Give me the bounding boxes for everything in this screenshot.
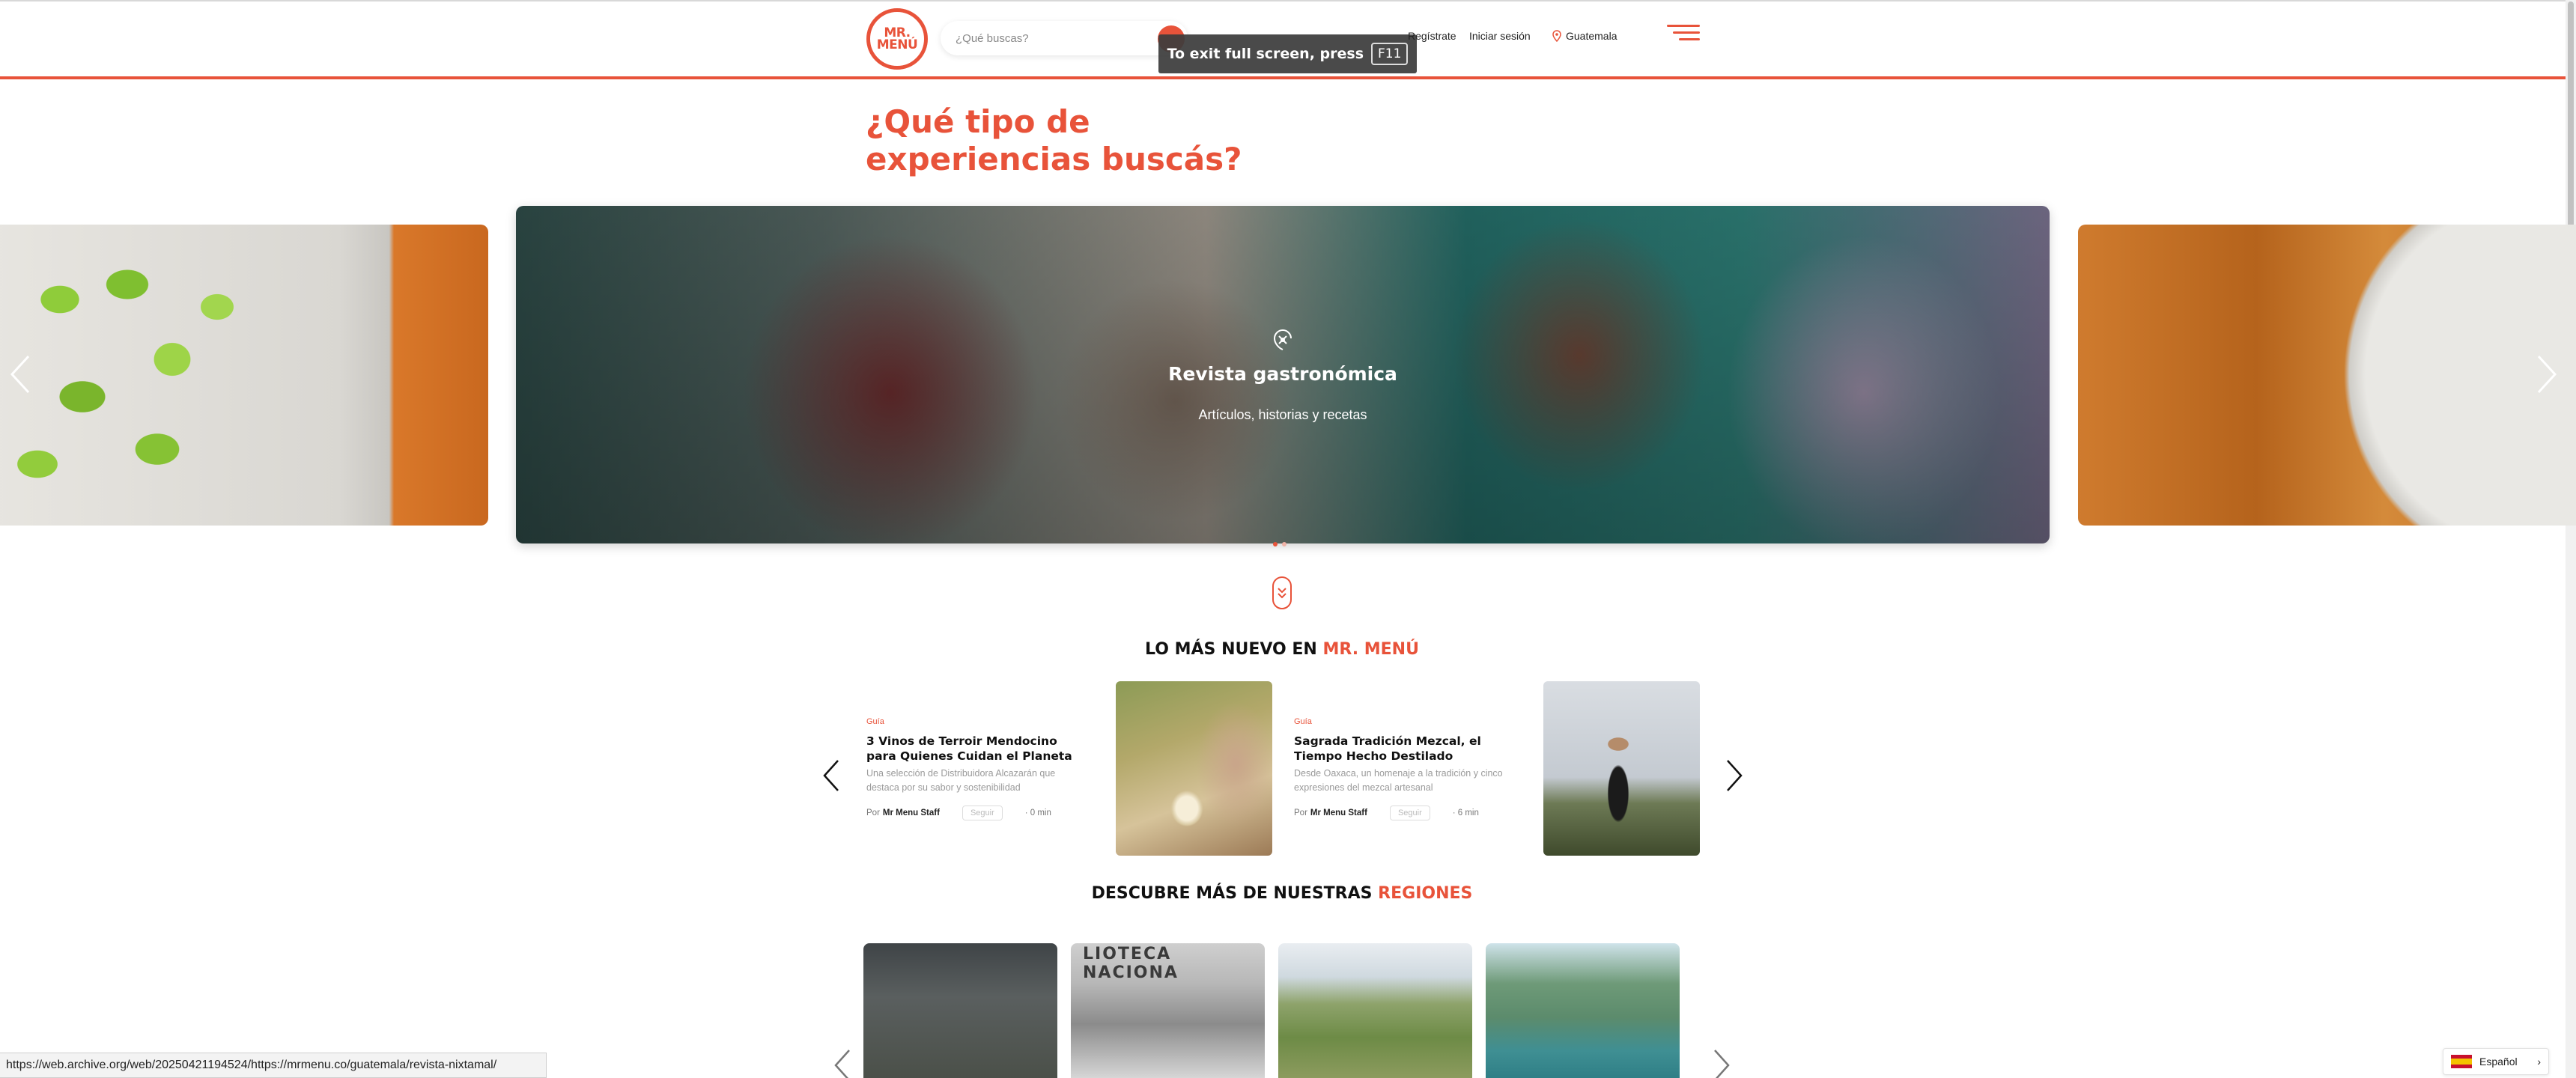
article-meta: Por Mr Menu Staff Seguir · 0 min bbox=[866, 806, 1084, 820]
article-read-time: · 6 min bbox=[1452, 808, 1479, 817]
location-selector[interactable]: Guatemala bbox=[1552, 30, 1617, 42]
search-input[interactable] bbox=[956, 31, 1135, 45]
carousel-next-arrow-icon[interactable] bbox=[2536, 353, 2558, 395]
region-card[interactable]: LIOTECA NACIONA bbox=[1071, 943, 1265, 1078]
page-title-line-1: ¿Qué tipo de bbox=[866, 103, 1090, 140]
article-card[interactable]: Guía 3 Vinos de Terroir Mendocino para Q… bbox=[866, 717, 1084, 820]
regions-title-prefix: DESCUBRE MÁS DE NUESTRAS bbox=[1091, 884, 1373, 903]
scroll-down-button[interactable] bbox=[1272, 576, 1292, 609]
fullscreen-notice: To exit full screen, press F11 bbox=[1158, 34, 1417, 73]
language-label: Español bbox=[2479, 1056, 2518, 1068]
region-card[interactable] bbox=[1278, 943, 1472, 1078]
logo-line-2: MENÚ bbox=[876, 37, 918, 52]
article-title[interactable]: 3 Vinos de Terroir Mendocino para Quiene… bbox=[866, 734, 1084, 764]
carousel-prev-arrow-icon[interactable] bbox=[9, 353, 31, 395]
fullscreen-key: F11 bbox=[1371, 43, 1409, 65]
articles-next-arrow-icon[interactable] bbox=[1725, 758, 1744, 793]
article-card[interactable]: Guía Sagrada Tradición Mezcal, el Tiempo… bbox=[1294, 717, 1511, 820]
latest-title-prefix: LO MÁS NUEVO EN bbox=[1145, 640, 1317, 659]
article-meta: Por Mr Menu Staff Seguir · 6 min bbox=[1294, 806, 1511, 820]
article-author[interactable]: Mr Menu Staff bbox=[883, 808, 940, 817]
carousel-dots bbox=[1273, 542, 1287, 546]
article-read-time: · 0 min bbox=[1024, 808, 1051, 817]
header-divider bbox=[0, 76, 2566, 79]
status-bar-url: https://web.archive.org/web/202504211945… bbox=[0, 1053, 547, 1078]
page-title-line-2: experiencias buscás? bbox=[866, 141, 1242, 177]
article-author[interactable]: Mr Menu Staff bbox=[1310, 808, 1367, 817]
article-by-label: Por bbox=[866, 808, 880, 817]
regions-title-highlight: REGIONES bbox=[1378, 884, 1473, 903]
top-border bbox=[0, 0, 2566, 1]
carousel-slide-next[interactable] bbox=[2078, 225, 2576, 526]
magazine-icon bbox=[1273, 329, 1292, 350]
location-pin-icon bbox=[1552, 30, 1561, 42]
building-sign: LIOTECA NACIONA bbox=[1083, 945, 1179, 982]
mr-menu-logo[interactable]: MR. MENÚ bbox=[866, 8, 928, 70]
regions-section-title: DESCUBRE MÁS DE NUESTRAS REGIONES bbox=[749, 884, 1815, 903]
search-box[interactable] bbox=[941, 21, 1188, 55]
carousel-dot[interactable] bbox=[1282, 542, 1287, 546]
article-excerpt: Desde Oaxaca, un homenaje a la tradición… bbox=[1294, 768, 1503, 793]
location-label: Guatemala bbox=[1566, 30, 1617, 42]
article-category[interactable]: Guía bbox=[866, 717, 1084, 726]
article-image-mezcal[interactable] bbox=[1543, 681, 1700, 856]
fullscreen-notice-text: To exit full screen, press bbox=[1167, 46, 1364, 62]
follow-button[interactable]: Seguir bbox=[962, 806, 1003, 820]
region-card[interactable] bbox=[1486, 943, 1680, 1078]
slide-subtitle: Artículos, historias y recetas bbox=[1198, 406, 1367, 422]
latest-section-title: LO MÁS NUEVO EN MR. MENÚ bbox=[749, 640, 1815, 659]
article-image-wine[interactable] bbox=[1116, 681, 1272, 856]
latest-title-highlight: MR. MENÚ bbox=[1322, 640, 1419, 659]
article-title[interactable]: Sagrada Tradición Mezcal, el Tiempo Hech… bbox=[1294, 734, 1511, 764]
carousel-slide-active[interactable]: Revista gastronómica Artículos, historia… bbox=[516, 206, 2050, 543]
follow-button[interactable]: Seguir bbox=[1389, 806, 1430, 820]
slide-caption: Revista gastronómica Artículos, historia… bbox=[516, 206, 2050, 543]
regions-next-arrow-icon[interactable] bbox=[1712, 1048, 1731, 1078]
spain-flag-icon bbox=[2451, 1055, 2472, 1068]
register-link[interactable]: Regístrate bbox=[1408, 30, 1456, 42]
double-chevron-down-icon bbox=[1278, 588, 1287, 599]
language-selector[interactable]: Español › bbox=[2443, 1048, 2549, 1075]
menu-hamburger-icon[interactable] bbox=[1667, 25, 1700, 43]
article-category[interactable]: Guía bbox=[1294, 717, 1511, 726]
region-card[interactable] bbox=[863, 943, 1057, 1078]
login-link[interactable]: Iniciar sesión bbox=[1469, 30, 1531, 42]
chevron-right-icon: › bbox=[2537, 1056, 2541, 1068]
slide-title: Revista gastronómica bbox=[1168, 362, 1397, 385]
regions-prev-arrow-icon[interactable] bbox=[833, 1048, 852, 1078]
page-title: ¿Qué tipo de experiencias buscás? bbox=[866, 103, 1390, 178]
carousel-dot-active[interactable] bbox=[1273, 542, 1278, 546]
article-excerpt: Una selección de Distribuidora Alcazarán… bbox=[866, 768, 1056, 793]
articles-prev-arrow-icon[interactable] bbox=[821, 758, 841, 793]
carousel-slide-prev[interactable] bbox=[0, 225, 488, 526]
article-by-label: Por bbox=[1294, 808, 1307, 817]
